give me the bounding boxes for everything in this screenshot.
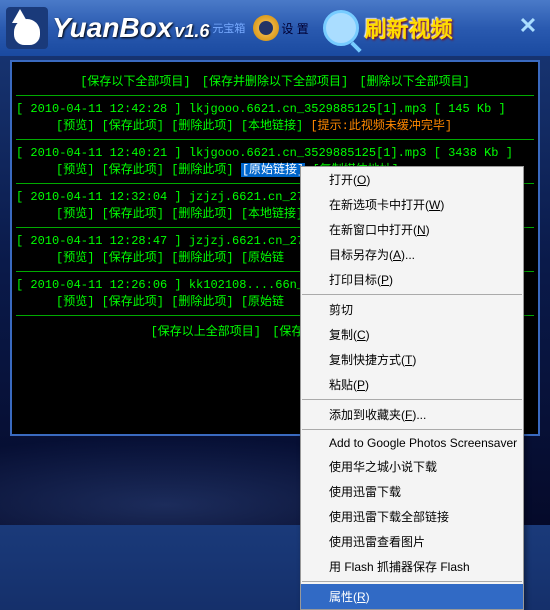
delete-link[interactable]: [删除此项]: [171, 295, 233, 309]
list-item: [ 2010-04-11 12:42:28 ] lkjgooo.6621.cn_…: [16, 102, 534, 133]
app-version: v1.6: [174, 21, 209, 42]
magnifier-icon: [323, 10, 359, 46]
origin-link[interactable]: [原始链: [241, 251, 284, 265]
save-all-below[interactable]: [保存以下全部项目]: [80, 75, 190, 89]
preview-link[interactable]: [预览]: [56, 207, 94, 221]
delete-link[interactable]: [删除此项]: [171, 119, 233, 133]
menu-item[interactable]: 目标另存为(A)...: [301, 242, 523, 267]
origin-link[interactable]: [原始链: [241, 295, 284, 309]
app-name-en: YuanBox: [52, 12, 172, 44]
local-link[interactable]: [本地链接]: [241, 207, 303, 221]
divider: [16, 139, 534, 140]
refresh-button[interactable]: 刷新视频: [317, 10, 453, 46]
delete-link[interactable]: [删除此项]: [171, 163, 233, 177]
preview-link[interactable]: [预览]: [56, 251, 94, 265]
filesize: [ 3438 Kb ]: [434, 146, 513, 160]
save-all-above[interactable]: [保存以上全部项目]: [151, 325, 261, 339]
timestamp: [ 2010-04-11 12:26:06 ]: [16, 278, 182, 292]
menu-item[interactable]: 打印目标(P): [301, 267, 523, 292]
menu-item[interactable]: 粘贴(P): [301, 372, 523, 397]
menu-item[interactable]: 复制(C): [301, 322, 523, 347]
timestamp: [ 2010-04-11 12:40:21 ]: [16, 146, 182, 160]
delete-link[interactable]: [删除此项]: [171, 251, 233, 265]
save-link[interactable]: [保存此项]: [102, 251, 164, 265]
menu-separator: [302, 429, 522, 430]
menu-separator: [302, 294, 522, 295]
menu-item[interactable]: 在新选项卡中打开(W): [301, 192, 523, 217]
menu-item[interactable]: 打开(O): [301, 167, 523, 192]
save-link[interactable]: [保存此项]: [102, 295, 164, 309]
delete-link[interactable]: [删除此项]: [171, 207, 233, 221]
warn-text: [提示:此视频未缓冲完毕]: [310, 119, 452, 133]
menu-item[interactable]: 用 Flash 抓捕器保存 Flash: [301, 554, 523, 579]
preview-link[interactable]: [预览]: [56, 295, 94, 309]
app-title: YuanBox v1.6 元宝箱: [52, 12, 245, 44]
filename: lkjgooo.6621.cn_3529885125[1].mp3: [189, 146, 427, 160]
save-link[interactable]: [保存此项]: [102, 207, 164, 221]
settings-button[interactable]: 设 置: [253, 15, 308, 41]
timestamp: [ 2010-04-11 12:42:28 ]: [16, 102, 182, 116]
save-link[interactable]: [保存此项]: [102, 163, 164, 177]
menu-separator: [302, 581, 522, 582]
menu-item[interactable]: 添加到收藏夹(F)...: [301, 402, 523, 427]
divider: [16, 95, 534, 96]
gear-icon: [253, 15, 279, 41]
close-button[interactable]: ✕: [514, 14, 542, 38]
close-icon: ✕: [519, 13, 537, 39]
menu-item[interactable]: Add to Google Photos Screensaver: [301, 432, 523, 454]
timestamp: [ 2010-04-11 12:32:04 ]: [16, 190, 182, 204]
title-bar: YuanBox v1.6 元宝箱 设 置 刷新视频 ✕: [0, 0, 550, 56]
context-menu[interactable]: 打开(O)在新选项卡中打开(W)在新窗口中打开(N)目标另存为(A)...打印目…: [300, 166, 524, 610]
menu-item[interactable]: 使用迅雷下载: [301, 479, 523, 504]
menu-item[interactable]: 使用华之城小说下载: [301, 454, 523, 479]
menu-item[interactable]: 复制快捷方式(T): [301, 347, 523, 372]
filesize: [ 145 Kb ]: [434, 102, 506, 116]
origin-link-selected[interactable]: [原始链接]: [241, 163, 305, 177]
menu-item[interactable]: 属性(R): [301, 584, 523, 609]
settings-label: 设 置: [281, 20, 308, 37]
app-logo-icon: [6, 7, 48, 49]
preview-link[interactable]: [预览]: [56, 119, 94, 133]
save-link[interactable]: [保存此项]: [102, 119, 164, 133]
top-action-bar: [保存以下全部项目] [保存并删除以下全部项目] [删除以下全部项目]: [16, 68, 534, 93]
preview-link[interactable]: [预览]: [56, 163, 94, 177]
menu-item[interactable]: 在新窗口中打开(N): [301, 217, 523, 242]
timestamp: [ 2010-04-11 12:28:47 ]: [16, 234, 182, 248]
del-all-below[interactable]: [删除以下全部项目]: [359, 75, 469, 89]
app-name-cn: 元宝箱: [212, 20, 245, 36]
save-del-all-below[interactable]: [保存并删除以下全部项目]: [202, 75, 348, 89]
menu-item[interactable]: 剪切: [301, 297, 523, 322]
refresh-label: 刷新视频: [365, 12, 453, 44]
menu-item[interactable]: 使用迅雷查看图片: [301, 529, 523, 554]
local-link[interactable]: [本地链接]: [241, 119, 303, 133]
menu-separator: [302, 399, 522, 400]
filename: lkjgooo.6621.cn_3529885125[1].mp3: [189, 102, 427, 116]
menu-item[interactable]: 使用迅雷下载全部链接: [301, 504, 523, 529]
